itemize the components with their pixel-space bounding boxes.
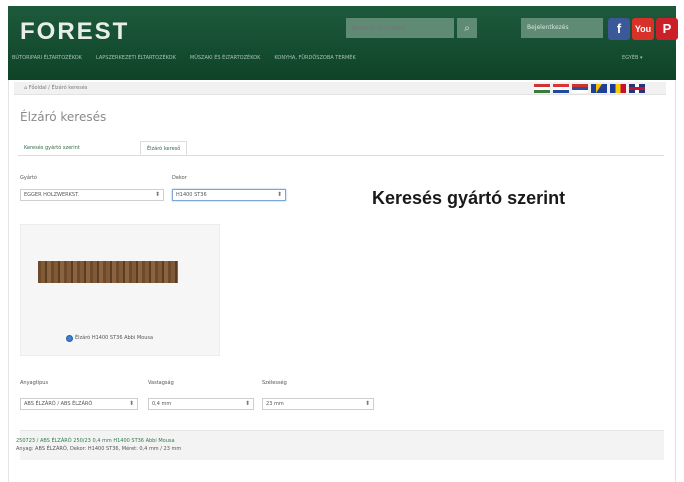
breadcrumb-bar: ⌂ Főoldal / Élzáró keresés xyxy=(14,82,666,95)
flag-gb-icon[interactable] xyxy=(629,84,645,93)
type-value: ABS ÉLZÁRÓ / ABS ÉLZÁRÓ xyxy=(24,401,93,407)
chevron-down-icon: ⬍ xyxy=(364,400,370,407)
youtube-icon[interactable]: You xyxy=(632,18,654,40)
flag-ro-icon[interactable] xyxy=(610,84,626,93)
page-frame-right xyxy=(675,80,676,482)
manufacturer-label: Gyártó xyxy=(20,175,37,181)
decor-select[interactable]: H1400 ST36 ⬍ xyxy=(172,189,286,201)
flag-hr-icon[interactable] xyxy=(553,84,569,93)
result-link[interactable]: 250723 / ABS ÉLZÁRÓ 250/23 0,4 mm H1400 … xyxy=(16,438,175,444)
nav-item-technical[interactable]: MŰSZAKI ÉS ÉLTARTOZÉKOK xyxy=(190,51,261,65)
chevron-down-icon: ⬍ xyxy=(154,191,160,198)
pinterest-icon[interactable]: P xyxy=(656,18,678,40)
product-radio-label: Élzáró H1400 ST36 Abbi Mousa xyxy=(75,335,154,341)
facebook-icon[interactable]: f xyxy=(608,18,630,40)
search-input[interactable] xyxy=(346,18,454,38)
breadcrumb[interactable]: ⌂ Főoldal / Élzáró keresés xyxy=(24,82,87,95)
decor-label: Dekor xyxy=(172,175,187,181)
result-description: Anyag: ABS ÉLZÁRÓ, Dekor: H1400 ST36, Mé… xyxy=(16,446,182,452)
product-radio[interactable] xyxy=(66,335,73,342)
width-select[interactable]: 23 mm ⬍ xyxy=(262,398,374,410)
thickness-value: 0,4 mm xyxy=(152,401,172,407)
nav-more-dropdown[interactable]: EGYÉB ▾ xyxy=(622,51,643,65)
search-icon: ⌕ xyxy=(464,22,470,34)
nav-item-kitchen[interactable]: KONYHA, FÜRDŐSZOBA TERMÉK xyxy=(274,51,355,65)
chevron-down-icon: ⬍ xyxy=(276,191,282,198)
tab-edge-finder[interactable]: Élzáró kereső xyxy=(140,141,188,155)
chevron-down-icon: ⬍ xyxy=(244,400,250,407)
width-label: Szélesség xyxy=(262,380,287,386)
width-value: 23 mm xyxy=(266,401,284,407)
main-nav: BÚTORIPARI ÉLTARTOZÉKOK LAPSZERKEZETI ÉL… xyxy=(12,51,356,65)
chevron-down-icon: ⬍ xyxy=(128,400,134,407)
search-button[interactable]: ⌕ xyxy=(457,18,477,38)
login-button[interactable]: Bejelentkezés xyxy=(521,18,603,38)
type-label: Anyagtípus xyxy=(20,380,49,386)
flag-rs-icon[interactable] xyxy=(572,84,588,93)
language-flags xyxy=(534,84,645,93)
result-panel xyxy=(20,430,664,460)
tab-search-by-manufacturer[interactable]: Keresés gyártó szerint xyxy=(18,141,86,155)
site-header: FOREST ⌕ Bejelentkezés f You P xyxy=(8,6,678,80)
flag-ba-icon[interactable] xyxy=(591,84,607,93)
flag-hu-icon[interactable] xyxy=(534,84,550,93)
thickness-label: Vastagság xyxy=(148,380,174,386)
type-select[interactable]: ABS ÉLZÁRÓ / ABS ÉLZÁRÓ ⬍ xyxy=(20,398,138,410)
nav-item-panels[interactable]: LAPSZERKEZETI ÉLTARTOZÉKOK xyxy=(96,51,176,65)
manufacturer-select[interactable]: EGGER HOLZWERKST. ⬍ xyxy=(20,189,164,201)
decor-value: H1400 ST36 xyxy=(176,192,207,198)
page-title: Élzáró keresés xyxy=(20,110,107,124)
wood-sample-image xyxy=(38,261,178,283)
site-logo[interactable]: FOREST xyxy=(20,18,129,46)
tab-divider xyxy=(18,155,664,156)
section-heading: Keresés gyártó szerint xyxy=(372,188,566,208)
nav-item-furniture[interactable]: BÚTORIPARI ÉLTARTOZÉKOK xyxy=(12,51,82,65)
thickness-select[interactable]: 0,4 mm ⬍ xyxy=(148,398,254,410)
page-frame-left xyxy=(8,80,9,482)
manufacturer-value: EGGER HOLZWERKST. xyxy=(24,192,80,198)
